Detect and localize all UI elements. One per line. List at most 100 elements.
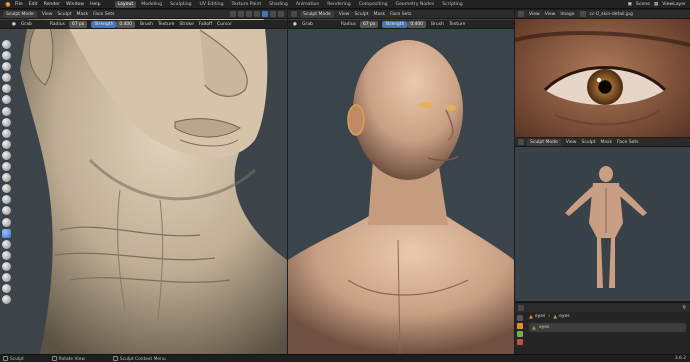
- image-editor[interactable]: View View Image cc-0_skin-detail.jpg: [515, 10, 690, 137]
- menu-mask[interactable]: Mask: [601, 140, 613, 145]
- image-filename[interactable]: cc-0_skin-detail.jpg: [589, 12, 632, 17]
- mesh-data-tab-icon[interactable]: [517, 331, 523, 337]
- menu-view[interactable]: View: [42, 12, 53, 17]
- datablock-name[interactable]: eyes: [539, 325, 550, 330]
- menu-view-2[interactable]: View: [545, 12, 556, 17]
- multiplane-scrape-brush-icon[interactable]: [2, 184, 11, 194]
- object-tab-icon[interactable]: [517, 323, 523, 329]
- stroke-dropdown[interactable]: Stroke: [179, 22, 193, 27]
- mode-selector[interactable]: Sculpt Mode: [300, 10, 334, 18]
- material-tab-icon[interactable]: [517, 339, 523, 345]
- tab-layout[interactable]: Layout: [114, 0, 137, 8]
- menu-view[interactable]: View: [339, 12, 350, 17]
- tab-texture-paint[interactable]: Texture Paint: [229, 1, 265, 8]
- clay-brush-icon[interactable]: [2, 62, 11, 72]
- snake-hook-brush-icon[interactable]: [2, 217, 11, 227]
- tab-geometry-nodes[interactable]: Geometry Nodes: [393, 1, 438, 8]
- inflate-brush-icon[interactable]: [2, 106, 11, 116]
- radius-field[interactable]: 67 px: [359, 20, 379, 28]
- fill-brush-icon[interactable]: [2, 162, 11, 172]
- menu-help[interactable]: Help: [90, 2, 100, 7]
- menu-face-sets[interactable]: Face Sets: [390, 12, 411, 17]
- image-browse-icon[interactable]: [580, 11, 587, 17]
- gizmo-icon[interactable]: [238, 11, 244, 17]
- editor-type-icon[interactable]: [518, 139, 524, 145]
- falloff-dropdown[interactable]: Falloff: [199, 22, 212, 27]
- brush-dropdown[interactable]: Brush: [140, 22, 153, 27]
- strength-field[interactable]: 0.400: [116, 20, 135, 28]
- menu-image[interactable]: Image: [560, 12, 574, 17]
- tab-modeling[interactable]: Modeling: [138, 1, 165, 8]
- pose-brush-icon[interactable]: [2, 250, 11, 260]
- sculpt-viewport-center[interactable]: Sculpt Mode View Sculpt Mask Face Sets ●…: [288, 10, 514, 354]
- tab-shading[interactable]: Shading: [266, 1, 291, 8]
- thumb-brush-icon[interactable]: [2, 239, 11, 249]
- brush-dropdown[interactable]: Brush: [431, 22, 444, 27]
- cursor-dropdown[interactable]: Cursor: [217, 22, 232, 27]
- clay-thumb-brush-icon[interactable]: [2, 84, 11, 94]
- shading-material-icon[interactable]: [270, 11, 276, 17]
- slide-relax-brush-icon[interactable]: [2, 284, 11, 294]
- layer-brush-icon[interactable]: [2, 95, 11, 105]
- view-layer-icon[interactable]: ▦: [654, 2, 658, 7]
- strength-label-field[interactable]: Strength: [382, 20, 408, 28]
- strength-label-field[interactable]: Strength: [91, 20, 117, 28]
- draw-brush-icon[interactable]: [2, 40, 11, 49]
- menu-sculpt[interactable]: Sculpt: [57, 12, 71, 17]
- texture-dropdown[interactable]: Texture: [158, 22, 174, 27]
- grab-brush-icon[interactable]: ●: [12, 22, 16, 27]
- tab-sculpting[interactable]: Sculpting: [167, 1, 194, 8]
- brush-name[interactable]: Grab: [302, 22, 313, 27]
- blob-brush-icon[interactable]: [2, 117, 11, 127]
- tab-uv-editing[interactable]: UV Editing: [197, 1, 227, 8]
- breadcrumb-object[interactable]: eyes: [535, 314, 546, 319]
- menu-view[interactable]: View: [529, 12, 540, 17]
- search-icon[interactable]: ⚲: [682, 305, 686, 311]
- editor-type-icon[interactable]: [518, 304, 524, 311]
- menu-sculpt[interactable]: Sculpt: [581, 140, 595, 145]
- tab-animation[interactable]: Animation: [293, 1, 322, 8]
- sculpt-viewport-small[interactable]: Sculpt Mode View Sculpt Mask Face Sets: [515, 138, 690, 301]
- menu-view[interactable]: View: [566, 140, 577, 145]
- sculpt-viewport-left[interactable]: Sculpt Mode View Sculpt Mask Face Sets ●…: [0, 10, 287, 354]
- smooth-brush-icon[interactable]: [2, 139, 11, 149]
- scene-name[interactable]: Scene: [636, 2, 650, 7]
- flatten-brush-icon[interactable]: [2, 150, 11, 160]
- breadcrumb-data[interactable]: eyes: [559, 314, 570, 319]
- menu-render[interactable]: Render: [44, 2, 60, 7]
- grab-brush-tool-icon[interactable]: [2, 228, 11, 238]
- radius-field[interactable]: 67 px: [68, 20, 88, 28]
- view-layer-name[interactable]: ViewLayer: [662, 2, 686, 7]
- image-editor-type-icon[interactable]: [518, 11, 524, 17]
- grab-brush-icon[interactable]: ●: [293, 22, 297, 27]
- xray-icon[interactable]: [254, 11, 260, 17]
- editor-type-icon[interactable]: [291, 11, 297, 17]
- menu-face-sets[interactable]: Face Sets: [93, 12, 114, 17]
- menu-mask[interactable]: Mask: [374, 12, 386, 17]
- menu-window[interactable]: Window: [66, 2, 84, 7]
- mode-selector[interactable]: Sculpt Mode: [3, 10, 37, 18]
- menu-face-sets[interactable]: Face Sets: [617, 140, 638, 145]
- clay-strips-brush-icon[interactable]: [2, 73, 11, 83]
- brush-name[interactable]: Grab: [21, 22, 32, 27]
- datablock-field[interactable]: ▲ eyes: [529, 323, 686, 332]
- nudge-brush-icon[interactable]: [2, 261, 11, 271]
- visibility-icon[interactable]: [230, 11, 236, 17]
- tab-scripting[interactable]: Scripting: [439, 1, 465, 8]
- strength-field[interactable]: 0.400: [407, 20, 426, 28]
- menu-sculpt[interactable]: Sculpt: [354, 12, 368, 17]
- boundary-brush-icon[interactable]: [2, 295, 11, 305]
- tab-rendering[interactable]: Rendering: [324, 1, 353, 8]
- rotate-brush-icon[interactable]: [2, 272, 11, 282]
- scene-icon[interactable]: ▣: [628, 2, 632, 7]
- menu-mask[interactable]: Mask: [77, 12, 89, 17]
- mode-selector[interactable]: Sculpt Mode: [527, 138, 561, 146]
- pinch-brush-icon[interactable]: [2, 195, 11, 205]
- crease-brush-icon[interactable]: [2, 128, 11, 138]
- shading-solid-icon[interactable]: [262, 11, 268, 17]
- tab-compositing[interactable]: Compositing: [356, 1, 391, 8]
- shading-rendered-icon[interactable]: [278, 11, 284, 17]
- draw-sharp-brush-icon[interactable]: [2, 51, 11, 61]
- menu-file[interactable]: File: [15, 2, 23, 7]
- scrape-brush-icon[interactable]: [2, 173, 11, 183]
